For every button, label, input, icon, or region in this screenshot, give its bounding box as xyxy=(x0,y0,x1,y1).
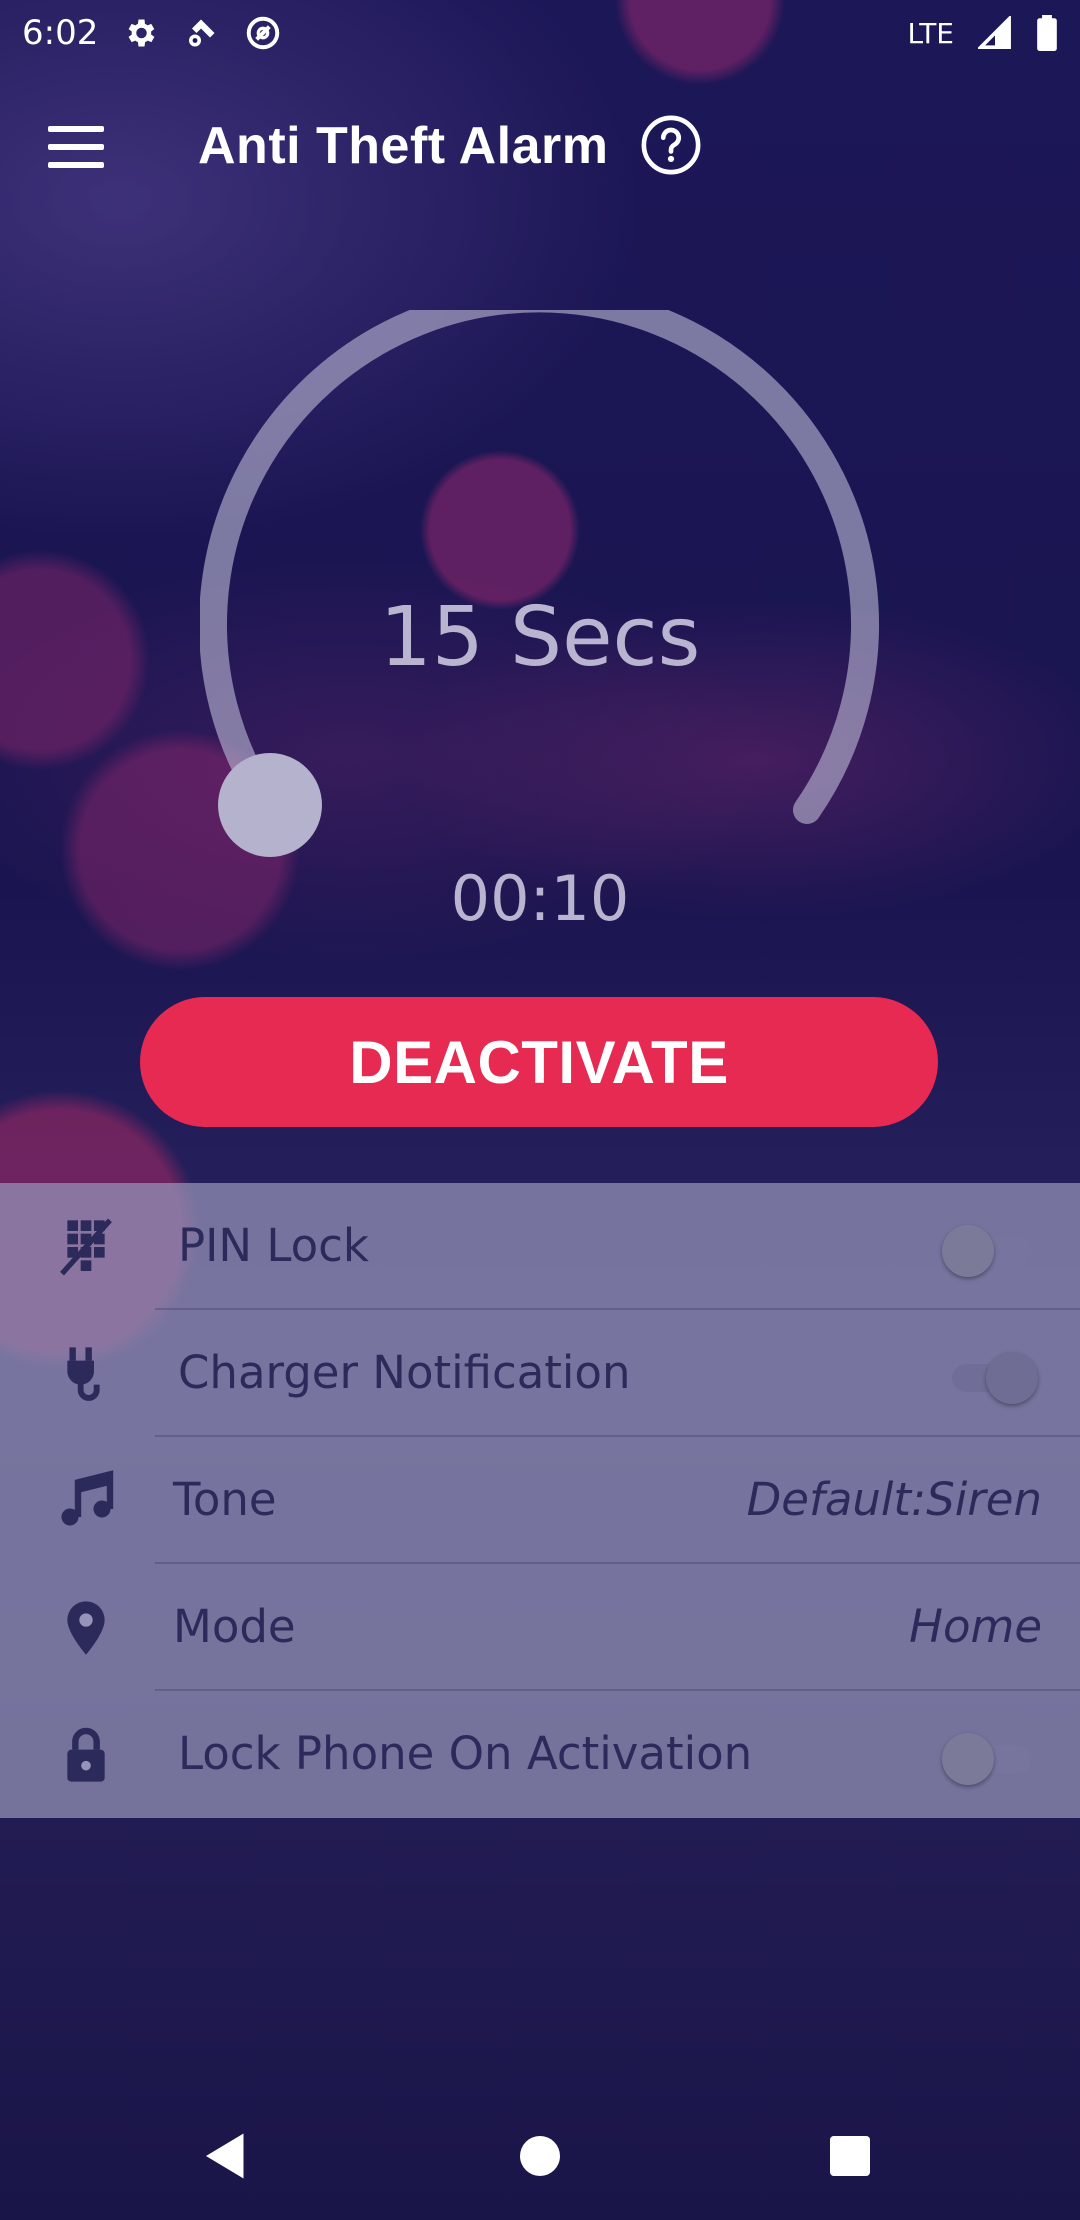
setting-label: Mode xyxy=(173,1600,296,1653)
status-bar: 6:02 LTE xyxy=(0,0,1080,66)
settings-panel: PIN Lock Charger Notification Tone Defau… xyxy=(0,1183,1080,1818)
setting-label: Charger Notification xyxy=(178,1346,631,1399)
dial-label: 15 Secs xyxy=(379,590,701,685)
dial-track xyxy=(200,310,879,824)
setting-label: PIN Lock xyxy=(178,1219,369,1272)
help-circle-icon[interactable] xyxy=(640,114,702,176)
setting-row-pin-lock[interactable]: PIN Lock xyxy=(0,1183,1080,1310)
status-left: 6:02 xyxy=(22,13,282,53)
battery-icon xyxy=(1037,15,1057,51)
back-icon[interactable] xyxy=(196,2126,256,2186)
setting-row-charger-notification[interactable]: Charger Notification xyxy=(0,1310,1080,1437)
lock-icon xyxy=(67,1727,105,1782)
location-pin-icon xyxy=(67,1601,105,1655)
status-right: LTE xyxy=(907,15,1058,51)
music-note-icon xyxy=(61,1470,114,1526)
recents-icon[interactable] xyxy=(820,2126,880,2186)
pin-lock-icon xyxy=(60,1218,112,1276)
charger-plug-icon xyxy=(67,1347,100,1401)
at-sign-icon xyxy=(247,16,280,50)
lock-phone-toggle[interactable] xyxy=(942,1733,1032,1785)
setting-row-mode[interactable]: Mode Home xyxy=(0,1564,1080,1691)
mode-value: Home xyxy=(909,1600,1042,1653)
hamburger-menu-icon[interactable] xyxy=(40,118,110,174)
setting-label: Tone xyxy=(173,1473,277,1526)
setting-row-lock-phone[interactable]: Lock Phone On Activation xyxy=(0,1691,1080,1818)
setting-label: Lock Phone On Activation xyxy=(178,1727,753,1780)
app-title: Anti Theft Alarm xyxy=(198,117,609,175)
pin-lock-toggle[interactable] xyxy=(942,1225,1032,1277)
network-label: LTE xyxy=(907,16,954,50)
signal-icon xyxy=(978,16,1011,49)
status-time: 6:02 xyxy=(22,13,99,53)
countdown-timer: 00:10 xyxy=(450,862,630,935)
home-icon[interactable] xyxy=(510,2126,570,2186)
dial-knob xyxy=(218,753,322,857)
tone-value: Default:Siren xyxy=(746,1473,1042,1526)
app-toolbar: Anti Theft Alarm xyxy=(0,96,1080,196)
setting-row-tone[interactable]: Tone Default:Siren xyxy=(0,1437,1080,1564)
wifi-settings-icon xyxy=(189,19,215,47)
charger-notification-toggle[interactable] xyxy=(942,1352,1038,1404)
deactivate-button[interactable]: DEACTIVATE xyxy=(140,997,938,1127)
gear-icon xyxy=(128,19,155,47)
system-nav-bar xyxy=(0,2090,1080,2220)
